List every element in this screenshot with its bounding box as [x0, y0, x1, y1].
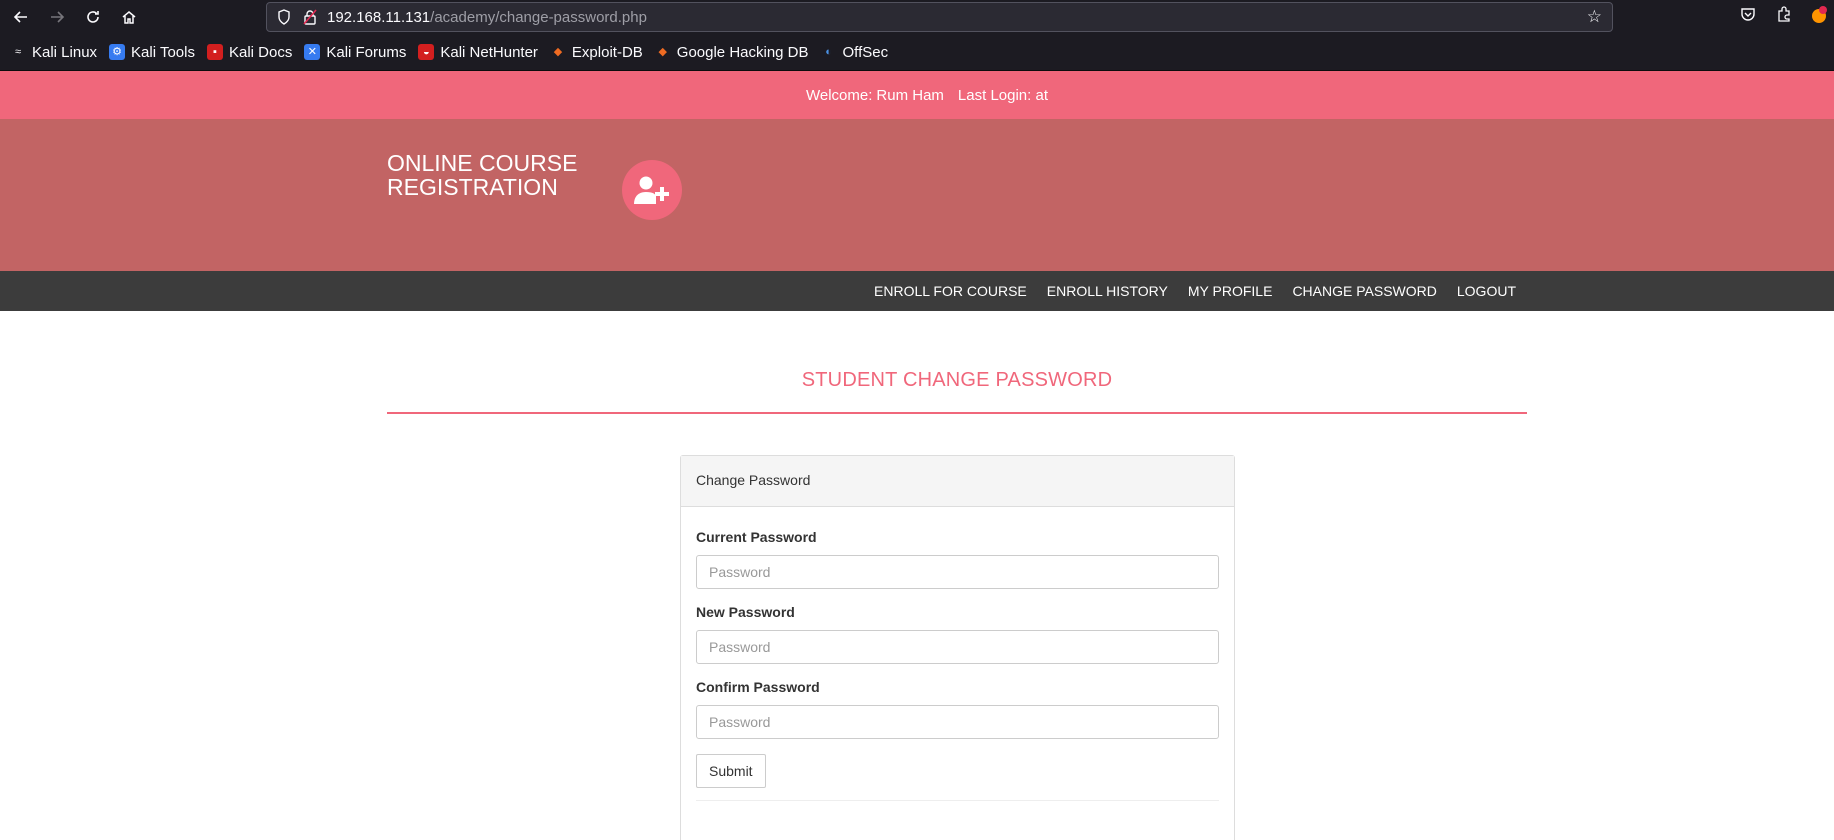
bookmark-kali-docs[interactable]: ▪ Kali Docs	[206, 43, 293, 61]
submit-button[interactable]: Submit	[696, 754, 766, 788]
bookmark-label: Exploit-DB	[571, 43, 643, 61]
bookmark-label: Kali Docs	[228, 43, 293, 61]
ghdb-icon: ◆	[658, 46, 668, 58]
add-user-icon	[622, 160, 682, 220]
welcome-bar: Welcome: Rum Ham Last Login: at	[0, 71, 1834, 119]
bookmark-kali-forums[interactable]: ✕ Kali Forums	[304, 44, 406, 61]
main-content: STUDENT CHANGE PASSWORD Change Password …	[0, 311, 1834, 840]
exploit-db-icon: ◆	[553, 46, 563, 58]
kali-tools-icon: ⚙	[109, 44, 126, 60]
current-password-label: Current Password	[696, 529, 817, 545]
back-arrow-icon[interactable]	[10, 6, 32, 28]
forward-arrow-icon[interactable]	[46, 6, 68, 28]
page-title: STUDENT CHANGE PASSWORD	[801, 369, 1113, 391]
bookmark-label: Kali Linux	[32, 43, 98, 61]
url-path: /academy/change-password.php	[430, 9, 647, 26]
form-divider	[696, 800, 1219, 801]
kali-docs-icon: ▪	[206, 44, 223, 60]
bookmark-label: Kali Tools	[131, 43, 195, 61]
bookmark-label: OffSec	[842, 43, 889, 61]
reload-icon[interactable]	[82, 6, 104, 28]
bookmark-kali-linux[interactable]: ≈ Kali Linux	[10, 44, 97, 61]
main-menu: ENROLL FOR COURSE ENROLL HISTORY MY PROF…	[0, 271, 1834, 311]
offsec-icon: ◐	[825, 46, 832, 58]
site-header: ONLINE COURSE REGISTRATION	[0, 119, 1834, 271]
browser-toolbar: 192.168.11.131/academy/change-password.p…	[0, 0, 1834, 34]
welcome-label: Welcome:	[805, 86, 873, 104]
kali-forums-icon: ✕	[304, 44, 321, 60]
bookmark-star-icon[interactable]: ☆	[1587, 7, 1602, 27]
bookmark-label: Kali NetHunter	[440, 43, 538, 61]
bookmarks-toolbar: ≈ Kali Linux ⚙ Kali Tools ▪ Kali Docs ✕ Kali…	[0, 34, 1834, 71]
confirm-password-input[interactable]	[696, 705, 1219, 739]
site-logo-text[interactable]: ONLINE COURSE REGISTRATION	[387, 151, 577, 199]
bookmark-google-hacking-db[interactable]: ◆ Google Hacking DB	[655, 44, 809, 61]
panel-heading: Change Password	[681, 456, 1234, 507]
menu-my-profile[interactable]: MY PROFILE	[1188, 283, 1273, 299]
url-bar[interactable]: 192.168.11.131/academy/change-password.p…	[266, 2, 1613, 32]
menu-enroll-history[interactable]: ENROLL HISTORY	[1047, 283, 1168, 299]
extensions-icon[interactable]	[1776, 6, 1792, 26]
url-host: 192.168.11.131	[327, 9, 431, 26]
kali-dragon-icon: ≈	[14, 46, 22, 58]
change-password-panel: Change Password Current Password New Pas…	[680, 455, 1235, 840]
logo-line-2: REGISTRATION	[387, 174, 558, 200]
change-password-form: Current Password New Password Confirm Pa…	[681, 507, 1234, 815]
insecure-lock-icon[interactable]	[303, 9, 317, 28]
pocket-icon[interactable]	[1740, 6, 1756, 26]
last-login-text: Last Login: at	[957, 86, 1048, 104]
new-password-label: New Password	[696, 604, 795, 620]
firefox-account-icon[interactable]	[1810, 6, 1828, 28]
bookmark-label: Kali Forums	[326, 43, 407, 61]
bookmark-exploit-db[interactable]: ◆ Exploit-DB	[550, 44, 643, 61]
menu-change-password[interactable]: CHANGE PASSWORD	[1292, 283, 1436, 299]
url-text: 192.168.11.131/academy/change-password.p…	[327, 9, 647, 26]
home-icon[interactable]	[118, 6, 140, 28]
confirm-password-label: Confirm Password	[696, 679, 820, 695]
bookmark-label: Google Hacking DB	[676, 43, 809, 61]
new-password-input[interactable]	[696, 630, 1219, 664]
bookmark-kali-nethunter[interactable]: ◒ Kali NetHunter	[418, 44, 538, 61]
welcome-user-name: Rum Ham	[876, 86, 944, 104]
bookmark-kali-tools[interactable]: ⚙ Kali Tools	[109, 44, 195, 61]
title-divider	[387, 412, 1527, 414]
current-password-input[interactable]	[696, 555, 1219, 589]
bookmark-offsec[interactable]: ◐ OffSec	[821, 43, 889, 61]
nethunter-icon: ◒	[418, 44, 435, 60]
menu-logout[interactable]: LOGOUT	[1457, 283, 1516, 299]
shield-icon[interactable]	[277, 9, 291, 28]
logo-line-1: ONLINE COURSE	[387, 150, 578, 176]
menu-enroll-for-course[interactable]: ENROLL FOR COURSE	[874, 283, 1027, 299]
